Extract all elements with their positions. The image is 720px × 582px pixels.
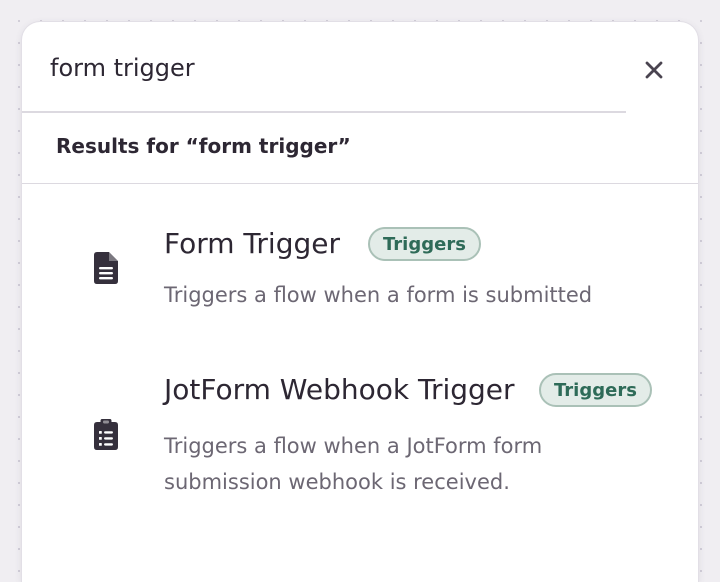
result-item-form-trigger[interactable]: Form Trigger Triggers Triggers a flow wh… <box>22 222 698 322</box>
category-badge: Triggers <box>539 373 652 407</box>
result-description: Triggers a flow when a JotForm form subm… <box>164 434 543 494</box>
clipboard-list-icon <box>94 419 118 450</box>
search-input[interactable] <box>50 48 610 88</box>
close-button[interactable] <box>636 52 672 88</box>
result-description: Triggers a flow when a form is submitted <box>164 283 593 307</box>
result-item-jotform-webhook-trigger[interactable]: JotForm Webhook Trigger Triggers Trigger… <box>22 368 698 498</box>
results-heading: Results for “form trigger” <box>56 134 351 158</box>
search-row <box>22 22 698 113</box>
divider <box>22 183 698 184</box>
document-icon <box>94 252 118 284</box>
search-underline <box>22 111 626 113</box>
result-title: JotForm Webhook Trigger <box>164 373 515 406</box>
search-panel: Results for “form trigger” Form Trigger … <box>22 22 698 582</box>
result-title: Form Trigger <box>164 227 340 260</box>
close-icon <box>645 61 663 79</box>
category-badge: Triggers <box>368 227 481 261</box>
